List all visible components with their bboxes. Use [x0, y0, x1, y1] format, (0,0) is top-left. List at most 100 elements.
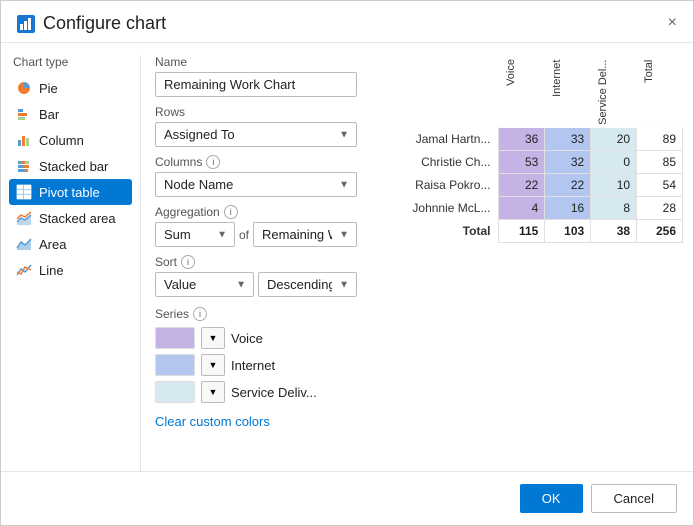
chart-icon: [17, 15, 35, 33]
rows-label: Rows: [155, 105, 357, 119]
chart-type-area-label: Area: [39, 237, 66, 252]
sort-by-select[interactable]: Value: [155, 272, 254, 297]
close-button[interactable]: ×: [664, 11, 681, 35]
aggregation-info-icon[interactable]: i: [224, 205, 238, 219]
series-name-service: Service Deliv...: [231, 385, 317, 400]
chart-type-area[interactable]: Area: [9, 231, 132, 257]
table-row: Johnnie McL... 4 16 8 28: [381, 197, 683, 220]
columns-info-icon[interactable]: i: [206, 155, 220, 169]
chart-type-stacked-area[interactable]: Stacked area: [9, 205, 132, 231]
aggregation-func-select[interactable]: Sum: [155, 222, 235, 247]
table-row: Christie Ch... 53 32 0 85: [381, 151, 683, 174]
aggregation-field-wrapper: Remaining Work ▼: [253, 222, 357, 247]
pivot-col-service: Service Del...: [591, 55, 637, 128]
row-label-1: Christie Ch...: [381, 151, 499, 174]
sort-row: Value ▼ Descending ▼: [155, 272, 357, 297]
table-row: Raisa Pokro... 22 22 10 54: [381, 174, 683, 197]
cell-0-voice: 36: [499, 128, 545, 151]
cell-3-internet: 16: [545, 197, 591, 220]
pivot-col-internet: Internet: [545, 55, 591, 128]
aggregation-field-select[interactable]: Remaining Work: [253, 222, 357, 247]
stacked-area-icon: [15, 209, 33, 227]
sort-by-wrapper: Value ▼: [155, 272, 254, 297]
chart-type-label: Chart type: [9, 55, 132, 69]
columns-label: Columns i: [155, 155, 357, 169]
chart-type-list: Pie Bar: [9, 75, 132, 283]
bar-icon: [15, 105, 33, 123]
series-dropdown-service[interactable]: ▼: [201, 381, 225, 403]
cell-0-total: 89: [637, 128, 683, 151]
dialog-body: Chart type Pie: [1, 43, 693, 471]
series-item-service: ▼ Service Deliv...: [155, 381, 357, 403]
series-info-icon[interactable]: i: [193, 307, 207, 321]
aggregation-label: Aggregation i: [155, 205, 357, 219]
rows-select-wrapper: Assigned To ▼: [155, 122, 357, 147]
chart-type-pie[interactable]: Pie: [9, 75, 132, 101]
row-label-2: Raisa Pokro...: [381, 174, 499, 197]
pivot-table: Voice Internet Service Del... Total Jama…: [381, 55, 683, 243]
clear-colors-link[interactable]: Clear custom colors: [155, 414, 270, 429]
aggregation-of-label: of: [239, 228, 249, 242]
series-color-voice[interactable]: [155, 327, 195, 349]
total-voice: 115: [499, 220, 545, 243]
area-icon: [15, 235, 33, 253]
chart-type-pivot-label: Pivot table: [39, 185, 100, 200]
cell-2-total: 54: [637, 174, 683, 197]
cell-1-voice: 53: [499, 151, 545, 174]
cell-2-service: 10: [591, 174, 637, 197]
chart-type-column-label: Column: [39, 133, 84, 148]
cell-3-service: 8: [591, 197, 637, 220]
chart-type-bar[interactable]: Bar: [9, 101, 132, 127]
cell-0-internet: 33: [545, 128, 591, 151]
total-internet: 103: [545, 220, 591, 243]
cancel-button[interactable]: Cancel: [591, 484, 677, 513]
chart-type-stacked-bar[interactable]: Stacked bar: [9, 153, 132, 179]
configure-chart-dialog: Configure chart × Chart type Pie: [0, 0, 694, 526]
line-icon: [15, 261, 33, 279]
table-row: Jamal Hartn... 36 33 20 89: [381, 128, 683, 151]
chart-type-stacked-bar-label: Stacked bar: [39, 159, 108, 174]
cell-0-service: 20: [591, 128, 637, 151]
chart-type-column[interactable]: Column: [9, 127, 132, 153]
cell-1-total: 85: [637, 151, 683, 174]
row-label-3: Johnnie McL...: [381, 197, 499, 220]
dialog-header: Configure chart ×: [1, 1, 693, 43]
ok-button[interactable]: OK: [520, 484, 583, 513]
chart-type-line[interactable]: Line: [9, 257, 132, 283]
series-item-internet: ▼ Internet: [155, 354, 357, 376]
sort-info-icon[interactable]: i: [181, 255, 195, 269]
pivot-icon: [15, 183, 33, 201]
chart-type-bar-label: Bar: [39, 107, 59, 122]
chart-type-pie-label: Pie: [39, 81, 58, 96]
total-row: Total 115 103 38 256: [381, 220, 683, 243]
cell-2-voice: 22: [499, 174, 545, 197]
column-icon: [15, 131, 33, 149]
cell-1-service: 0: [591, 151, 637, 174]
pivot-table-panel: Voice Internet Service Del... Total Jama…: [371, 55, 693, 471]
pivot-corner-header: [381, 55, 499, 128]
cell-2-internet: 22: [545, 174, 591, 197]
series-dropdown-voice[interactable]: ▼: [201, 327, 225, 349]
chart-type-pivot[interactable]: Pivot table: [9, 179, 132, 205]
series-color-internet[interactable]: [155, 354, 195, 376]
series-dropdown-internet[interactable]: ▼: [201, 354, 225, 376]
series-label: Series i: [155, 307, 357, 321]
pivot-col-voice: Voice: [499, 55, 545, 128]
sort-label: Sort i: [155, 255, 357, 269]
total-all: 256: [637, 220, 683, 243]
chart-type-line-label: Line: [39, 263, 64, 278]
rows-select[interactable]: Assigned To: [155, 122, 357, 147]
chart-type-stacked-area-label: Stacked area: [39, 211, 116, 226]
columns-select-wrapper: Node Name ▼: [155, 172, 357, 197]
columns-select[interactable]: Node Name: [155, 172, 357, 197]
series-name-voice: Voice: [231, 331, 263, 346]
series-color-service[interactable]: [155, 381, 195, 403]
cell-3-total: 28: [637, 197, 683, 220]
name-input[interactable]: [155, 72, 357, 97]
dialog-footer: OK Cancel: [1, 471, 693, 525]
cell-3-voice: 4: [499, 197, 545, 220]
series-name-internet: Internet: [231, 358, 275, 373]
sort-order-select[interactable]: Descending: [258, 272, 357, 297]
aggregation-func-wrapper: Sum ▼: [155, 222, 235, 247]
dialog-title: Configure chart: [43, 13, 166, 34]
